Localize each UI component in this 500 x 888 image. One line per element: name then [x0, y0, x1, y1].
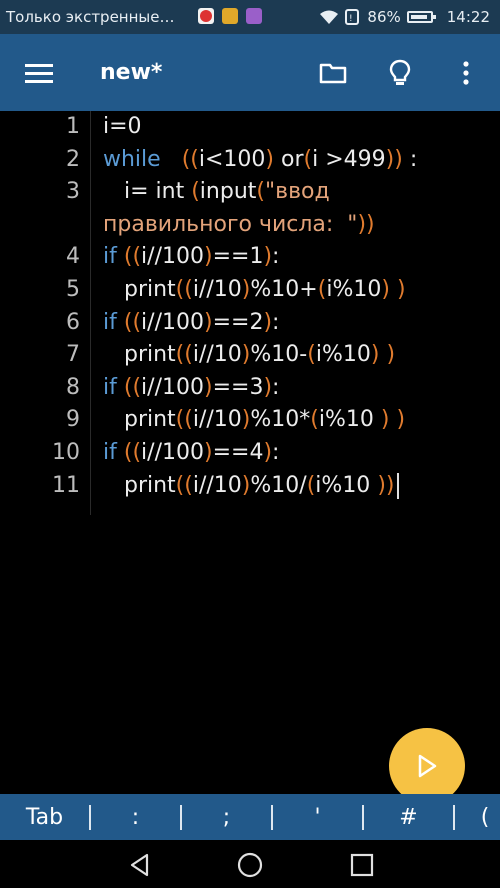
key-tab[interactable]: Tab: [0, 805, 89, 830]
code-line[interactable]: 6 if ((i//100)==2):: [0, 310, 500, 342]
line-number: 4: [66, 244, 80, 270]
line-number: 9: [66, 407, 80, 433]
notification-app-icon-purple: [246, 8, 262, 24]
status-bar: Только экстренные… ! 86% 14:22: [0, 0, 500, 34]
notification-app-icon-red: [198, 8, 214, 24]
hint-button[interactable]: [383, 56, 417, 90]
menu-button[interactable]: [22, 56, 56, 90]
code-text: if ((i//100)==2):: [103, 309, 280, 335]
play-icon: [418, 754, 437, 778]
status-right: ! 86% 14:22: [319, 8, 490, 26]
line-number: 3: [66, 179, 80, 205]
key-semicolon[interactable]: ;: [180, 804, 271, 830]
wifi-icon: [320, 10, 339, 24]
code-line[interactable]: 8 if ((i//100)==3):: [0, 375, 500, 407]
code-text: i=0: [103, 114, 142, 139]
line-number: 1: [66, 114, 80, 139]
home-icon: [237, 852, 263, 878]
code-line[interactable]: 5 print((i//10)%10+(i%10) ): [0, 277, 500, 309]
code-line[interactable]: 7 print((i//10)%10-(i%10) ): [0, 342, 500, 374]
more-vert-icon: [463, 61, 469, 85]
code-line[interactable]: 4 if ((i//100)==1):: [0, 244, 500, 276]
text-cursor: [396, 472, 399, 499]
system-nav-bar: [0, 840, 500, 888]
notification-app-icon-yellow: [222, 8, 238, 24]
line-number: 8: [66, 374, 80, 400]
extra-keys-bar: Tab : ; ' # (: [0, 794, 500, 840]
battery-percent: 86%: [367, 8, 401, 26]
more-options-button[interactable]: [449, 56, 483, 90]
code-text: print((i//10)%10-(i%10) ): [103, 342, 396, 368]
code-text: while ((i<100) or(i >499)) :: [103, 146, 418, 172]
run-button[interactable]: [389, 728, 465, 804]
key-colon[interactable]: :: [89, 804, 180, 830]
code-text: print((i//10)%10+(i%10) ): [103, 277, 406, 302]
code-line[interactable]: 1 i=0: [0, 114, 500, 146]
lightbulb-icon: [389, 59, 411, 85]
open-folder-button[interactable]: [316, 56, 350, 90]
code-line[interactable]: 11 print((i//10)%10/(i%10 )): [0, 472, 500, 505]
recents-button[interactable]: [349, 852, 375, 878]
code-text: if ((i//100)==1):: [103, 244, 280, 270]
svg-text:!: !: [349, 14, 353, 24]
code-line[interactable]: 2 while ((i<100) or(i >499)) :: [0, 147, 500, 179]
code-text: print((i//10)%10/(i%10 )): [103, 472, 399, 499]
app-bar: new*: [0, 34, 500, 111]
line-number: 11: [52, 472, 80, 498]
key-open-paren[interactable]: (: [453, 804, 500, 830]
code-text: if ((i//100)==4):: [103, 440, 280, 465]
code-text: i= int (input("ввод: [103, 179, 330, 205]
key-hash[interactable]: #: [362, 804, 453, 830]
menu-icon: [25, 64, 53, 83]
folder-icon: [319, 63, 347, 84]
notification-text: Только экстренные…: [6, 8, 175, 26]
line-number: 5: [66, 277, 80, 302]
code-editor[interactable]: 1 i=0 2 while ((i<100) or(i >499)) : 3 i= in…: [0, 111, 500, 791]
battery-icon: [406, 11, 436, 23]
line-number: 10: [52, 440, 80, 465]
code-line[interactable]: 9 print((i//10)%10*(i%10 ) ): [0, 407, 500, 439]
sim-icon: !: [345, 9, 360, 25]
clock: 14:22: [446, 8, 490, 26]
line-number: 2: [66, 146, 80, 172]
line-number: 6: [66, 309, 80, 335]
code-text: print((i//10)%10*(i%10 ) ): [103, 407, 406, 433]
file-title: new*: [100, 60, 163, 85]
recents-icon: [350, 853, 374, 877]
code-text: if ((i//100)==3):: [103, 374, 280, 400]
code-line[interactable]: 3 i= int (input("ввод: [0, 179, 500, 211]
home-button[interactable]: [237, 852, 263, 878]
line-number: 7: [66, 342, 80, 368]
code-text: правильного числа: ")): [103, 211, 375, 237]
back-button[interactable]: [127, 852, 153, 878]
key-quote[interactable]: ': [271, 804, 362, 830]
code-line[interactable]: 10 if ((i//100)==4):: [0, 440, 500, 472]
back-icon: [130, 853, 149, 877]
code-line[interactable]: правильного числа: ")): [0, 212, 500, 244]
